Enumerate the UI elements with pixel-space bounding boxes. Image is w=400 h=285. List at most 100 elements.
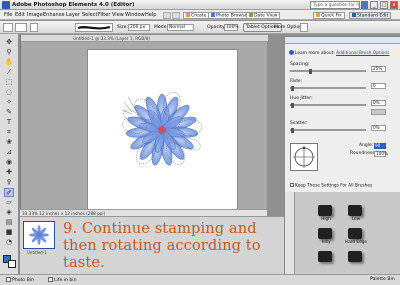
fade-value-input[interactable]: 0 — [371, 83, 386, 89]
healing-brush-tool-icon[interactable]: ✚ — [4, 168, 14, 177]
minimize-button[interactable]: _ — [370, 1, 378, 9]
scatter-label: Scatter: — [290, 121, 308, 126]
marquee-tool-icon[interactable]: ⬚ — [4, 78, 14, 87]
scatter-slider-thumb[interactable] — [291, 128, 294, 133]
paint-bucket-tool-icon[interactable]: ◈ — [4, 208, 14, 217]
spacing-value-input[interactable]: 25% — [371, 66, 386, 72]
menu-window[interactable]: Window — [125, 12, 145, 18]
zoom-tool-icon[interactable]: ⚲ — [4, 48, 14, 57]
move-tool-icon[interactable]: ✥ — [4, 38, 14, 47]
menu-image[interactable]: Image — [27, 12, 43, 18]
mode-label: Mode: — [154, 25, 169, 30]
menu-select[interactable]: Select — [82, 12, 97, 18]
create-label: Create — [191, 13, 207, 19]
lasso-tool-icon[interactable]: ◌ — [4, 88, 14, 97]
date-view-button[interactable]: Date View — [246, 12, 281, 19]
date-view-icon — [249, 13, 253, 17]
hue-jitter-swatch[interactable] — [371, 109, 386, 115]
fade-slider-thumb[interactable] — [291, 86, 294, 91]
hand-tool-icon[interactable]: ✋ — [4, 58, 14, 67]
additional-brush-options-link[interactable]: Additional Brush Options — [336, 51, 389, 56]
high-thumbnail-icon — [318, 205, 332, 216]
opacity-input[interactable]: 100% — [224, 24, 239, 31]
hue-jitter-label: Hue Jitter: — [290, 96, 313, 101]
menu-view[interactable]: View — [112, 12, 124, 18]
magic-wand-tool-icon[interactable]: ✧ — [4, 98, 14, 107]
more-options-button[interactable] — [300, 23, 308, 32]
help-search-button[interactable] — [361, 1, 368, 9]
palette-item-hilly[interactable]: Hilly — [313, 227, 339, 245]
mode-select[interactable]: Normal — [167, 24, 194, 31]
menu-layer[interactable]: Layer — [66, 12, 80, 18]
palette-bin-toggle[interactable]: Palette Bin — [370, 277, 395, 282]
red-eye-tool-icon[interactable]: ◉ — [4, 158, 14, 167]
palette-item-high[interactable]: High — [313, 204, 339, 222]
effects-palette: High Low Hilly Hard Edge — [284, 192, 400, 274]
menu-enhance[interactable]: Enhance — [43, 12, 65, 18]
standard-edit-button[interactable]: Standard Edit — [349, 12, 392, 19]
life-in-bin-label: Life in bin — [54, 278, 77, 283]
date-view-label: Date View — [254, 13, 278, 19]
brush-tool-icon[interactable] — [3, 23, 13, 32]
palette-item-label: Low — [351, 216, 361, 221]
selection-brush-tool-icon[interactable]: ✎ — [4, 108, 14, 117]
straighten-tool-icon[interactable]: ⊿ — [4, 148, 14, 157]
life-in-bin-toggle[interactable]: Life in bin — [48, 277, 77, 283]
document-canvas[interactable] — [88, 50, 237, 210]
photo-bin-toggle[interactable]: Photo Bin — [6, 277, 34, 283]
scatter-slider[interactable] — [290, 128, 366, 133]
spacing-slider-thumb[interactable] — [309, 69, 312, 74]
palette-bin-label: Palette Bin — [370, 277, 395, 282]
angle-value-input[interactable]: 90 — [374, 143, 386, 149]
palette-item-hard-edge[interactable]: Hard Edge — [343, 227, 369, 245]
palette-item[interactable] — [313, 250, 339, 268]
fade-slider[interactable] — [290, 86, 366, 91]
gradient-tool-icon[interactable]: ▤ — [4, 218, 14, 227]
panel-header — [285, 37, 400, 44]
create-icon — [186, 13, 190, 17]
shape-tool-icon[interactable]: ■ — [4, 228, 14, 237]
document-tab[interactable]: Untitled-1 @ 33.3% (Layer 1, RGB/8) — [21, 35, 268, 42]
tutorial-caption: 9. Continue stamping and then rotating a… — [63, 220, 261, 271]
hue-jitter-slider[interactable] — [290, 103, 366, 108]
close-button[interactable]: x — [390, 1, 398, 9]
spacing-slider[interactable] — [290, 69, 366, 74]
scatter-value-input[interactable]: 0% — [371, 125, 386, 131]
redo-icon[interactable] — [172, 12, 180, 19]
impressionist-brush-icon[interactable] — [15, 23, 27, 32]
roundness-value-input[interactable]: 100% — [374, 151, 388, 157]
menu-edit[interactable]: Edit — [15, 12, 25, 18]
eraser-tool-icon[interactable]: ▱ — [4, 198, 14, 207]
undo-icon[interactable] — [163, 12, 171, 19]
crop-tool-icon[interactable]: ⌗ — [4, 128, 14, 137]
palette-item-low[interactable]: Low — [343, 204, 369, 222]
eyedropper-tool-icon[interactable]: ⁄ — [4, 68, 14, 77]
help-search-input[interactable]: Type a question for help — [310, 1, 360, 9]
quick-fix-button[interactable]: Quick Fix — [313, 12, 345, 19]
menu-help[interactable]: Help — [145, 12, 156, 18]
hue-jitter-value-input[interactable]: 0% — [371, 100, 386, 106]
airbrush-icon[interactable] — [30, 23, 38, 32]
document-thumbnail[interactable] — [23, 221, 55, 249]
menu-file[interactable]: File — [4, 12, 12, 18]
brush-preset-picker[interactable] — [75, 23, 113, 32]
hard-edge-thumbnail-icon — [348, 228, 362, 239]
blur-tool-icon[interactable]: ◔ — [4, 238, 14, 247]
toolbox: ✥ ⚲ ✋ ⁄ ⬚ ◌ ✧ ✎ T ⌗ ❀ ⊿ ◉ ✚ ⚴ ✐ ▱ ◈ ▤ ■ … — [0, 34, 19, 274]
angle-roundness-widget[interactable] — [290, 143, 318, 171]
brush-tool-icon-active[interactable]: ✐ — [4, 188, 14, 197]
clone-stamp-tool-icon[interactable]: ⚴ — [4, 178, 14, 187]
create-button[interactable]: Create — [183, 12, 210, 19]
checkbox-icon[interactable] — [290, 183, 294, 187]
keep-settings-row[interactable]: Keep These Settings For All Brushes — [290, 183, 372, 189]
cookie-cutter-tool-icon[interactable]: ❀ — [4, 138, 14, 147]
menu-bar: File Edit Image Enhance Layer Select Fil… — [0, 10, 400, 20]
document-tab-title: Untitled-1 @ 33.3% (Layer 1, RGB/8) — [73, 36, 150, 41]
maximize-button[interactable]: □ — [380, 1, 388, 9]
menu-filter[interactable]: Filter — [98, 12, 110, 18]
palette-item[interactable] — [343, 250, 369, 268]
size-input[interactable]: 200 px — [128, 24, 150, 31]
background-color-swatch[interactable] — [8, 260, 16, 268]
type-tool-icon[interactable]: T — [4, 118, 14, 127]
hue-jitter-slider-thumb[interactable] — [291, 103, 294, 108]
